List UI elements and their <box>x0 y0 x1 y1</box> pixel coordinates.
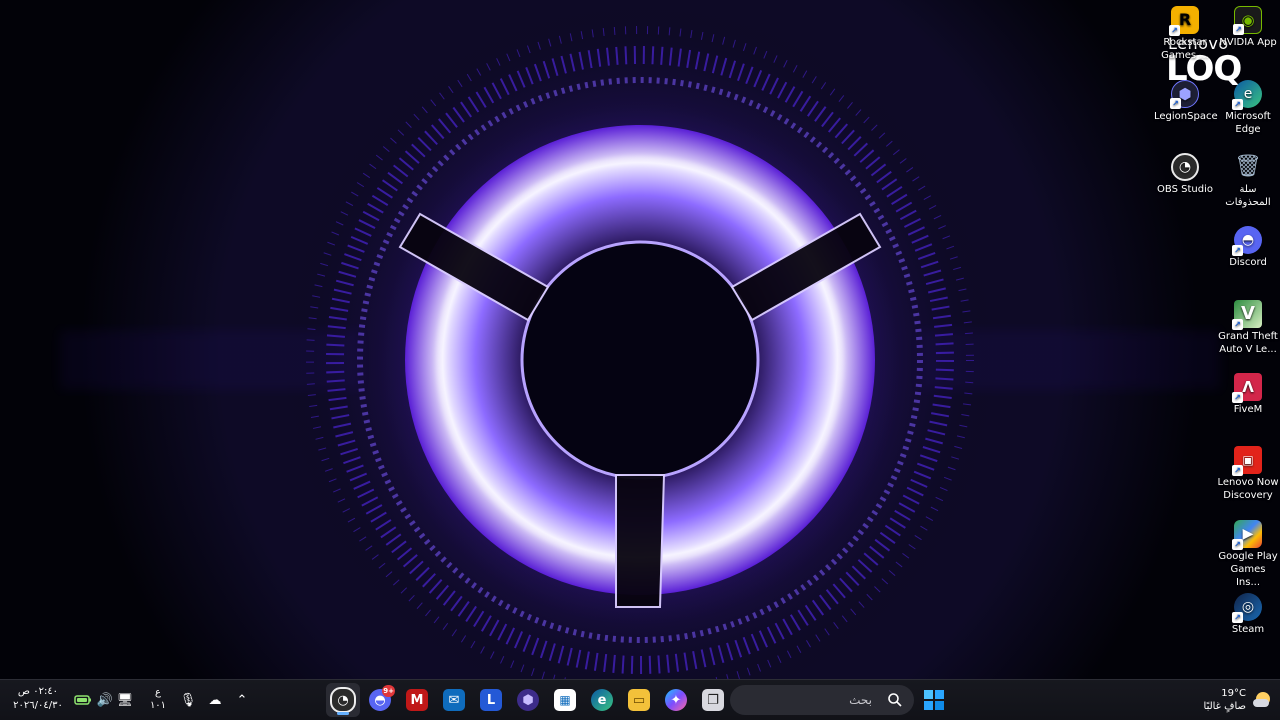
obs-studio-icon: ◔ <box>1171 153 1199 181</box>
taskbar-app-microsoft-edge[interactable]: e <box>585 683 619 717</box>
desktop-icon-obs-studio[interactable]: ◔ OBS Studio <box>1154 152 1216 196</box>
microsoft-store-icon: ▦ <box>554 689 576 711</box>
volume-icon[interactable]: 🔊 <box>95 690 115 710</box>
lenovo-vantage-letter: L <box>486 692 496 708</box>
shortcut-arrow-icon: ↗ <box>1169 25 1180 36</box>
desktop-icon-gta-v[interactable]: V ↗ Grand Theft Auto V Le... <box>1217 299 1279 356</box>
search-placeholder: بحث <box>849 693 872 707</box>
taskbar-app-obs-studio[interactable]: ◔ <box>326 683 360 717</box>
shortcut-arrow-icon: ↗ <box>1232 245 1243 256</box>
active-indicator <box>337 712 349 715</box>
shortcut-arrow-icon: ↗ <box>1232 319 1243 330</box>
network-icon[interactable]: 🖥 <box>115 690 135 710</box>
google-play-games-icon: ▶ ↗ <box>1232 520 1262 550</box>
start-button[interactable] <box>917 683 951 717</box>
search-icon <box>886 691 904 709</box>
desktop-icon-label: سلة المحذوفات <box>1225 184 1271 208</box>
shortcut-arrow-icon: ↗ <box>1170 98 1181 109</box>
desktop-icon-discord[interactable]: ◓ ↗ Discord <box>1217 225 1279 269</box>
steam-icon: ◎ ↗ <box>1232 593 1262 623</box>
desktop-icons: R ↗ Rockstar Games ... ◉ ↗ NVIDIA App ⬢ … <box>1154 5 1280 650</box>
battery-icon[interactable] <box>73 690 93 710</box>
fivem-icon: Λ ↗ <box>1232 373 1262 403</box>
desktop-icon-nvidia-app[interactable]: ◉ ↗ NVIDIA App <box>1217 5 1279 49</box>
taskbar-app-lenovo-vantage[interactable]: L <box>474 683 508 717</box>
desktop-icon-label: FiveM <box>1233 404 1263 415</box>
desktop-icon-label: Google Play Games Ins... <box>1218 551 1278 588</box>
desktop-icon-fivem[interactable]: Λ ↗ FiveM <box>1217 372 1279 416</box>
shortcut-arrow-icon: ↗ <box>1233 24 1244 35</box>
discord-icon: ◓ 9+ <box>369 685 395 711</box>
shortcut-arrow-icon: ↗ <box>1232 392 1243 403</box>
shortcut-arrow-icon: ↗ <box>1232 99 1243 110</box>
taskbar-task-view[interactable]: ❐ <box>696 683 730 717</box>
desktop-icon-label: LegionSpace <box>1154 111 1218 122</box>
microsoft-edge-icon: e ↗ <box>1232 80 1262 110</box>
ring-core <box>520 240 760 480</box>
mcafee-icon: M <box>406 689 428 711</box>
show-hidden-icons-chevron-up-icon[interactable]: ⌃ <box>232 690 252 710</box>
legionspace-icon: ⬢ ↗ <box>1170 80 1199 109</box>
desktop-icon-lenovo-now-discovery[interactable]: ▣ ↗ Lenovo Now Discovery <box>1217 445 1279 502</box>
copilot-icon: ✦ <box>665 689 687 711</box>
desktop-icon-microsoft-edge[interactable]: e ↗ Microsoft Edge <box>1217 79 1279 136</box>
desktop-icon-label: NVIDIA App <box>1219 37 1277 48</box>
lenovo-loq-wallpaper <box>60 0 1220 680</box>
windows-logo-icon <box>924 690 944 710</box>
microsoft-edge-icon: e <box>591 689 613 711</box>
desktop-icon-label: Lenovo Now Discovery <box>1217 477 1279 501</box>
desktop-icon-steam[interactable]: ◎ ↗ Steam <box>1217 592 1279 636</box>
weather-text: 19°C صافٍ غالبًا <box>1192 687 1246 713</box>
weather-moon-cloud-icon <box>1252 689 1274 711</box>
legionspace-icon: ⬢ <box>517 689 539 711</box>
desktop-icon-rockstar-games[interactable]: R ↗ Rockstar Games ... <box>1154 5 1216 62</box>
weather-description: صافٍ غالبًا <box>1203 701 1246 712</box>
shortcut-arrow-icon: ↗ <box>1232 539 1243 550</box>
taskbar-app-copilot[interactable]: ✦ <box>659 683 693 717</box>
desktop-icon-label: Discord <box>1229 257 1267 268</box>
nvidia-app-icon: ◉ ↗ <box>1233 6 1262 35</box>
onedrive-icon[interactable]: ☁ <box>205 690 225 710</box>
taskbar-app-mcafee[interactable]: M <box>400 683 434 717</box>
discord-badge: 9+ <box>382 685 395 697</box>
desktop-icon-recycle-bin[interactable]: 🗑 سلة المحذوفات <box>1217 152 1279 209</box>
taskbar: ٠٢:٤٠ ص ٢٠٢٦/٠٤/٣٠ 🔊 🖥 ع ١٠١ 🎙 ☁ ⌃ ◔ ◓ 9… <box>0 679 1280 720</box>
lenovo-now-discovery-icon: ▣ ↗ <box>1232 446 1262 476</box>
file-explorer-icon: ▭ <box>628 689 650 711</box>
desktop-icon-google-play-games[interactable]: ▶ ↗ Google Play Games Ins... <box>1217 519 1279 589</box>
system-clock[interactable]: ٠٢:٤٠ ص ٢٠٢٦/٠٤/٣٠ <box>10 685 66 715</box>
taskbar-app-microsoft-store[interactable]: ▦ <box>548 683 582 717</box>
desktop-icon-label: Rockstar Games ... <box>1161 37 1209 61</box>
language-bottom: ١٠١ <box>149 700 167 711</box>
desktop-icon-legionspace[interactable]: ⬢ ↗ LegionSpace <box>1154 79 1218 123</box>
rockstar-games-icon: R ↗ <box>1169 6 1199 36</box>
shortcut-arrow-icon: ↗ <box>1232 465 1243 476</box>
discord-icon: ◓ ↗ <box>1232 226 1262 256</box>
weather-widget[interactable]: 19°C صافٍ غالبًا <box>1190 684 1274 716</box>
outlook-icon: ✉ <box>443 689 465 711</box>
desktop: Lenovo LOQ R ↗ Rockstar Games ... ◉ ↗ NV… <box>0 0 1280 720</box>
left-particle-stream <box>60 330 360 390</box>
obs-studio-icon: ◔ <box>330 687 356 713</box>
gta-v-icon: V ↗ <box>1232 300 1262 330</box>
taskbar-app-outlook[interactable]: ✉ <box>437 683 471 717</box>
microphone-icon[interactable]: 🎙 <box>178 690 198 710</box>
taskbar-app-legionspace[interactable]: ⬢ <box>511 683 545 717</box>
desktop-icon-label: Grand Theft Auto V Le... <box>1218 331 1278 355</box>
taskbar-search-box[interactable]: 🌷🌷🌷 بحث <box>730 685 914 715</box>
desktop-icon-label: Steam <box>1231 624 1265 635</box>
lenovo-vantage-icon: L <box>480 689 502 711</box>
clock-time: ٠٢:٤٠ ص <box>17 686 59 697</box>
clock-date: ٢٠٢٦/٠٤/٣٠ <box>13 700 63 711</box>
shortcut-arrow-icon: ↗ <box>1232 612 1243 623</box>
task-view-icon: ❐ <box>702 689 724 711</box>
input-language-indicator[interactable]: ع ١٠١ <box>149 686 167 714</box>
weather-temperature: 19°C <box>1221 688 1246 699</box>
taskbar-app-file-explorer[interactable]: ▭ <box>622 683 656 717</box>
desktop-icon-label: Microsoft Edge <box>1225 111 1271 135</box>
recycle-bin-icon: 🗑 <box>1234 154 1262 179</box>
desktop-icon-label: OBS Studio <box>1157 184 1213 195</box>
taskbar-app-discord[interactable]: ◓ 9+ <box>363 683 397 717</box>
language-top: ع <box>155 687 161 698</box>
